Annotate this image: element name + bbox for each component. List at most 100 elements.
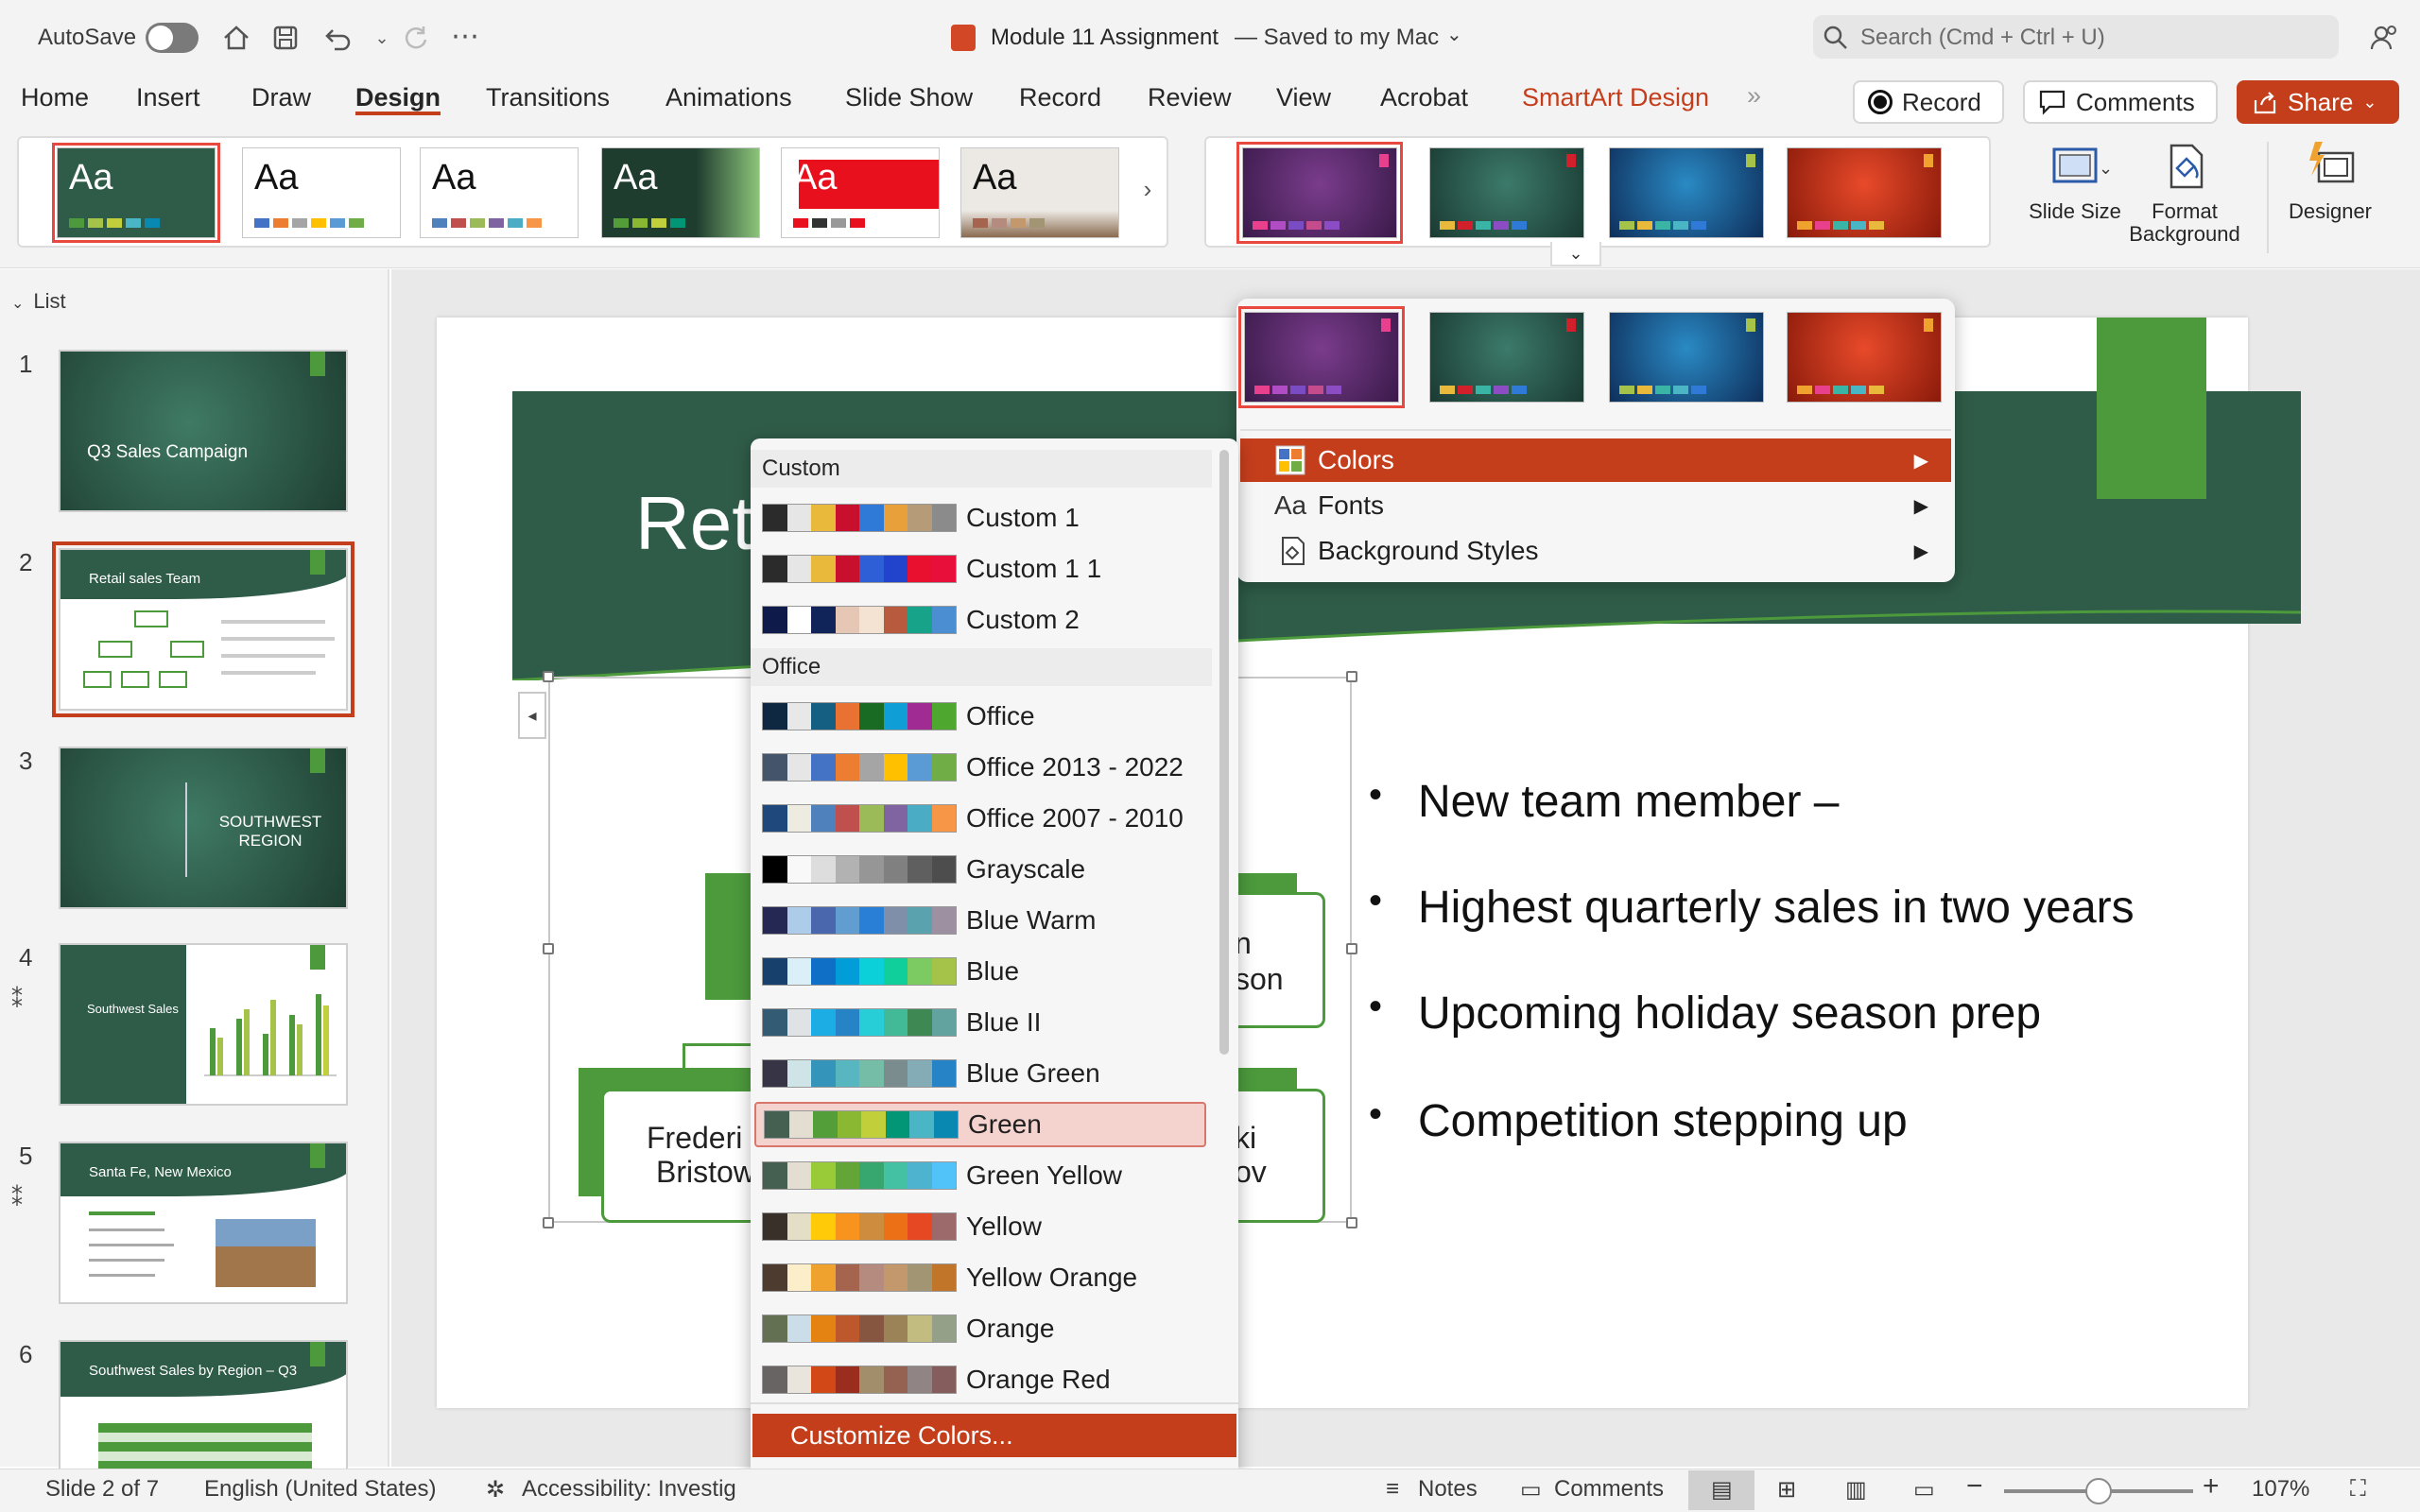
reading-view-icon[interactable]: ▥: [1845, 1476, 1867, 1503]
color-scheme-custom-1[interactable]: Custom 1: [754, 495, 1206, 541]
saved-status[interactable]: — Saved to my Mac: [1235, 25, 1439, 51]
theme-thumb-3[interactable]: Aa: [420, 147, 579, 238]
zoom-level[interactable]: 107%: [2252, 1476, 2309, 1503]
variant-thumb-purple[interactable]: [1236, 142, 1403, 244]
customize-colors-button[interactable]: Customize Colors...: [752, 1414, 1236, 1457]
slide-thumb-3[interactable]: SOUTHWEST REGION: [59, 747, 348, 909]
tab-home[interactable]: Home: [21, 83, 89, 112]
color-scheme-office[interactable]: Office: [754, 694, 1206, 739]
resize-handle[interactable]: [1346, 671, 1357, 682]
variant-thumb-blue[interactable]: [1609, 147, 1764, 238]
color-scheme-office-2013-2022[interactable]: Office 2013 - 2022: [754, 745, 1206, 790]
home-icon[interactable]: [217, 19, 255, 57]
color-scheme-orange[interactable]: Orange: [754, 1306, 1206, 1351]
variant-thumb-purple[interactable]: [1238, 306, 1405, 408]
accessibility-status[interactable]: Accessibility: Investig: [522, 1476, 736, 1503]
save-icon[interactable]: [267, 19, 304, 57]
comments-button[interactable]: Comments: [2023, 80, 2218, 124]
color-scheme-blue-warm[interactable]: Blue Warm: [754, 898, 1206, 943]
color-swatch: [859, 1213, 884, 1240]
variant-thumb-blue[interactable]: [1609, 312, 1764, 403]
slide-thumb-4[interactable]: Southwest Sales: [59, 943, 348, 1106]
resize-handle[interactable]: [1346, 1217, 1357, 1228]
doc-title[interactable]: Module 11 Assignment: [991, 25, 1219, 51]
color-scheme-green[interactable]: Green: [754, 1102, 1206, 1147]
menu-item-background-styles[interactable]: Background Styles ▶: [1240, 529, 1951, 573]
theme-thumb-5[interactable]: Aa: [781, 147, 940, 238]
tab-smartart-design[interactable]: SmartArt Design: [1522, 83, 1709, 112]
more-icon[interactable]: ⋯: [446, 17, 484, 55]
comments-status-button[interactable]: Comments: [1554, 1476, 1664, 1503]
resize-handle[interactable]: [543, 1217, 554, 1228]
tab-insert[interactable]: Insert: [136, 83, 200, 112]
slide-thumb-2[interactable]: Retail sales Team: [52, 541, 354, 717]
resize-handle[interactable]: [543, 671, 554, 682]
slide-thumb-6[interactable]: Southwest Sales by Region – Q3: [59, 1340, 348, 1469]
redo-icon[interactable]: [397, 19, 435, 57]
tab-transitions[interactable]: Transitions: [486, 83, 610, 112]
color-swatch: [885, 1111, 909, 1138]
zoom-out-icon[interactable]: −: [1966, 1470, 1983, 1503]
language-indicator[interactable]: English (United States): [204, 1476, 436, 1503]
title-chevron-down-icon[interactable]: ⌄: [1446, 23, 1462, 46]
account-icon[interactable]: [2365, 19, 2403, 57]
org-chart-node[interactable]: [1233, 892, 1325, 1028]
autosave-toggle[interactable]: [146, 23, 199, 53]
slide-size-button[interactable]: Slide Size: [2014, 140, 2136, 261]
zoom-slider-thumb[interactable]: [2085, 1478, 2112, 1504]
slideshow-view-icon[interactable]: ▭: [1913, 1476, 1935, 1503]
undo-icon[interactable]: [320, 19, 357, 57]
variant-thumb-teal[interactable]: [1429, 312, 1584, 403]
color-swatch: [908, 1162, 932, 1189]
resize-handle[interactable]: [543, 943, 554, 954]
theme-thumb-4[interactable]: Aa: [601, 147, 760, 238]
color-scheme-blue[interactable]: Blue: [754, 949, 1206, 994]
tab-record[interactable]: Record: [1019, 83, 1101, 112]
color-scheme-blue-green[interactable]: Blue Green: [754, 1051, 1206, 1096]
tab-acrobat[interactable]: Acrobat: [1380, 83, 1468, 112]
tab-view[interactable]: View: [1276, 83, 1331, 112]
colors-menu-scrollbar[interactable]: [1219, 450, 1229, 1055]
variant-thumb-teal[interactable]: [1429, 147, 1584, 238]
variant-thumb-red[interactable]: [1787, 147, 1942, 238]
slide-thumb-5[interactable]: Santa Fe, New Mexico: [59, 1142, 348, 1304]
undo-dropdown-icon[interactable]: ⌄: [363, 19, 401, 57]
color-scheme-blue-ii[interactable]: Blue II: [754, 1000, 1206, 1045]
theme-thumb-2[interactable]: Aa: [242, 147, 401, 238]
tab-design[interactable]: Design: [355, 83, 441, 112]
slide-sorter-view-icon[interactable]: ⊞: [1777, 1476, 1796, 1503]
smartart-text-pane-toggle[interactable]: ◂: [518, 692, 546, 739]
designer-button[interactable]: Designer: [2269, 140, 2392, 261]
themes-gallery-next-icon[interactable]: ›: [1129, 170, 1167, 208]
color-scheme-custom-1-1[interactable]: Custom 1 1: [754, 546, 1206, 592]
resize-handle[interactable]: [1346, 943, 1357, 954]
zoom-in-icon[interactable]: +: [2203, 1470, 2220, 1503]
theme-thumb-1[interactable]: Aa: [52, 143, 220, 243]
tab-animations[interactable]: Animations: [666, 83, 792, 112]
tab-draw[interactable]: Draw: [251, 83, 311, 112]
color-scheme-orange-red[interactable]: Orange Red: [754, 1357, 1206, 1402]
theme-thumb-6[interactable]: Aa: [960, 147, 1119, 238]
slide-title[interactable]: Ret: [635, 480, 753, 567]
menu-item-colors[interactable]: Colors ▶: [1240, 438, 1951, 482]
color-scheme-office-2007-2010[interactable]: Office 2007 - 2010: [754, 796, 1206, 841]
format-background-button[interactable]: Format Background: [2123, 140, 2246, 261]
tab-review[interactable]: Review: [1148, 83, 1232, 112]
notes-button[interactable]: Notes: [1418, 1476, 1478, 1503]
record-button[interactable]: Record: [1853, 80, 2004, 124]
list-header[interactable]: ⌄ List: [11, 289, 66, 314]
tab-slide-show[interactable]: Slide Show: [845, 83, 973, 112]
color-scheme-green-yellow[interactable]: Green Yellow: [754, 1153, 1206, 1198]
color-scheme-grayscale[interactable]: Grayscale: [754, 847, 1206, 892]
color-scheme-custom-2[interactable]: Custom 2: [754, 597, 1206, 643]
share-button[interactable]: Share ⌄: [2237, 80, 2399, 124]
slide-size-chevron-icon[interactable]: ⌄: [2099, 159, 2113, 179]
color-scheme-yellow[interactable]: Yellow: [754, 1204, 1206, 1249]
variant-thumb-red[interactable]: [1787, 312, 1942, 403]
menu-item-fonts[interactable]: Aa Fonts ▶: [1240, 484, 1951, 527]
more-tabs-icon[interactable]: »: [1747, 81, 1761, 111]
fit-to-window-icon[interactable]: ⛶: [2350, 1476, 2366, 1503]
variants-more-icon[interactable]: ⌄: [1550, 242, 1601, 266]
slide-thumb-1[interactable]: Q3 Sales Campaign: [59, 350, 348, 512]
color-scheme-yellow-orange[interactable]: Yellow Orange: [754, 1255, 1206, 1300]
